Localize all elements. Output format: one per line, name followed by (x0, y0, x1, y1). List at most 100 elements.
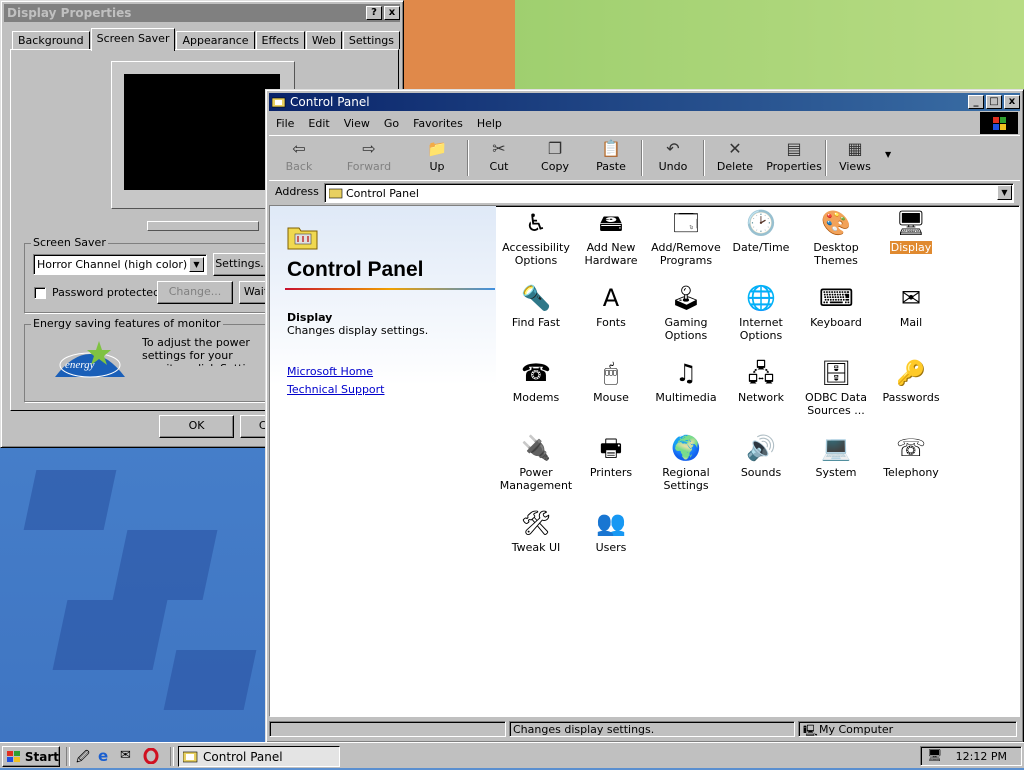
copy-button[interactable]: ❐ Copy (535, 138, 575, 178)
opera-icon[interactable] (143, 747, 159, 765)
control-panel-item-label: Passwords (882, 391, 940, 404)
control-panel-item-label: Network (738, 391, 784, 404)
control-panel-item[interactable]: A Fonts (573, 282, 649, 329)
properties-button[interactable]: ▤ Properties (765, 138, 823, 178)
control-panel-item[interactable]: 🖴 Add New Hardware (573, 207, 649, 267)
control-panel-item[interactable]: ♿ Accessibility Options (498, 207, 574, 267)
chevron-down-icon: ▼ (189, 257, 204, 272)
control-panel-item[interactable]: 🖧 Network (723, 357, 799, 404)
menu-file[interactable]: File (269, 117, 301, 130)
menu-view[interactable]: View (337, 117, 377, 130)
control-panel-titlebar[interactable]: Control Panel _ □ x (269, 93, 1020, 111)
control-panel-item-label: Regional Settings (662, 466, 710, 492)
outlook-express-icon[interactable]: ✉ (120, 748, 136, 764)
control-panel-item[interactable]: 👥 Users (573, 507, 649, 554)
control-panel-item-label: Add/Remove Programs (651, 241, 721, 267)
control-panel-item-label: Tweak UI (511, 541, 561, 554)
control-panel-item[interactable]: 🛠 Tweak UI (498, 507, 574, 554)
tab-screen-saver[interactable]: Screen Saver (90, 28, 176, 51)
status-zone: 🖳 My Computer (798, 721, 1017, 737)
close-button[interactable]: x (384, 6, 400, 20)
control-panel-item[interactable]: ⌨ Keyboard (798, 282, 874, 329)
system-tray: 🖥 12:12 PM (920, 746, 1022, 766)
delete-button[interactable]: ✕ Delete (715, 138, 755, 178)
control-panel-item[interactable]: 🗄 ODBC Data Sources ... (798, 357, 874, 417)
internet-explorer-icon[interactable]: e (98, 748, 114, 764)
clock[interactable]: 12:12 PM (956, 750, 1007, 763)
views-button[interactable]: ▦ Views (835, 138, 875, 178)
display-settings-tray-icon[interactable]: 🖥 (927, 748, 942, 762)
control-panel-item[interactable]: 🎨 Desktop Themes (798, 207, 874, 267)
paste-button[interactable]: 📋 Paste (591, 138, 631, 178)
window-title: Control Panel (290, 95, 370, 109)
find-fast-icon: 🔦 (521, 284, 551, 312)
regional-settings-icon: 🌍 (671, 434, 701, 462)
forward-arrow-icon: ⇨ (362, 139, 376, 158)
control-panel-item[interactable]: 🔦 Find Fast (498, 282, 574, 329)
close-button[interactable]: x (1004, 95, 1020, 109)
tab-web[interactable]: Web (305, 31, 342, 49)
control-panel-item[interactable]: ☏ Telephony (873, 432, 949, 479)
telephony-icon: ☏ (895, 434, 926, 462)
control-panel-item-label: Date/Time (732, 241, 790, 254)
menu-go[interactable]: Go (377, 117, 406, 130)
control-panel-item[interactable]: ♫ Multimedia (648, 357, 724, 404)
control-panel-item[interactable]: 🌍 Regional Settings (648, 432, 724, 492)
menu-help[interactable]: Help (470, 117, 509, 130)
maximize-button[interactable]: □ (986, 95, 1002, 109)
tab-effects[interactable]: Effects (255, 31, 305, 49)
tab-background[interactable]: Background (12, 31, 90, 49)
screensaver-dropdown[interactable]: Horror Channel (high color) ▼ (33, 254, 207, 275)
change-button[interactable]: Change... (157, 281, 233, 304)
ok-button[interactable]: OK (159, 415, 234, 438)
show-desktop-icon[interactable]: 🖉 (76, 748, 92, 765)
technical-support-link[interactable]: Technical Support (287, 383, 385, 396)
control-panel-item[interactable]: 🔑 Passwords (873, 357, 949, 404)
control-panel-item[interactable]: 🌐 Internet Options (723, 282, 799, 342)
control-panel-item[interactable]: 🔊 Sounds (723, 432, 799, 479)
control-panel-item[interactable]: 🗔 Add/Remove Programs (648, 207, 724, 267)
password-checkbox[interactable] (34, 287, 46, 299)
help-button[interactable]: ? (366, 6, 382, 20)
up-button[interactable]: 📁 Up (417, 138, 457, 178)
control-panel-item[interactable]: 🔌 Power Management (498, 432, 574, 492)
control-panel-item[interactable]: ✉ Mail (873, 282, 949, 329)
taskbar-control-panel-button[interactable]: Control Panel (178, 746, 340, 767)
energy-star-logo: energy (55, 341, 125, 378)
control-panel-item[interactable]: 🖥 Display (873, 207, 949, 254)
control-panel-item[interactable]: 🕹 Gaming Options (648, 282, 724, 342)
control-panel-item-label: Internet Options (739, 316, 783, 342)
control-panel-item[interactable]: 🖱 Mouse (573, 357, 649, 404)
desktop-themes-icon: 🎨 (821, 209, 851, 237)
accessibility-icon: ♿ (525, 209, 547, 237)
control-panel-item-label: Add New Hardware (584, 241, 638, 267)
cut-button[interactable]: ✂ Cut (479, 138, 519, 178)
passwords-icon: 🔑 (896, 359, 926, 387)
display-icon: 🖥 (895, 209, 927, 237)
microsoft-home-link[interactable]: Microsoft Home (287, 365, 373, 378)
control-panel-item-label: Mail (899, 316, 923, 329)
control-panel-item[interactable]: 🖶 Printers (573, 432, 649, 479)
settings-button[interactable]: Settings... (213, 253, 273, 276)
tab-appearance[interactable]: Appearance (176, 31, 255, 49)
status-bar: Changes display settings. 🖳 My Computer (269, 719, 1020, 739)
menu-favorites[interactable]: Favorites (406, 117, 470, 130)
control-panel-item[interactable]: 🕑 Date/Time (723, 207, 799, 254)
back-button[interactable]: ⇦ Back (277, 138, 321, 178)
control-panel-item[interactable]: 💻 System (798, 432, 874, 479)
modems-icon: ☎ (521, 359, 551, 387)
views-dropdown-arrow-icon[interactable]: ▼ (885, 150, 891, 159)
start-button[interactable]: Start (2, 746, 60, 767)
undo-button[interactable]: ↶ Undo (653, 138, 693, 178)
control-panel-item-label: Mouse (593, 391, 629, 404)
folder-view: Control Panel Display Changes display se… (269, 205, 1020, 717)
tab-settings[interactable]: Settings (342, 31, 401, 49)
minimize-button[interactable]: _ (968, 95, 984, 109)
display-properties-titlebar[interactable]: Display Properties ? x (4, 4, 400, 22)
control-panel-item-label: Gaming Options (664, 316, 708, 342)
forward-button[interactable]: ⇨ Forward (341, 138, 397, 178)
menu-edit[interactable]: Edit (301, 117, 336, 130)
address-field[interactable]: Control Panel ▼ (324, 183, 1014, 203)
chevron-down-icon[interactable]: ▼ (997, 185, 1012, 200)
control-panel-item[interactable]: ☎ Modems (498, 357, 574, 404)
